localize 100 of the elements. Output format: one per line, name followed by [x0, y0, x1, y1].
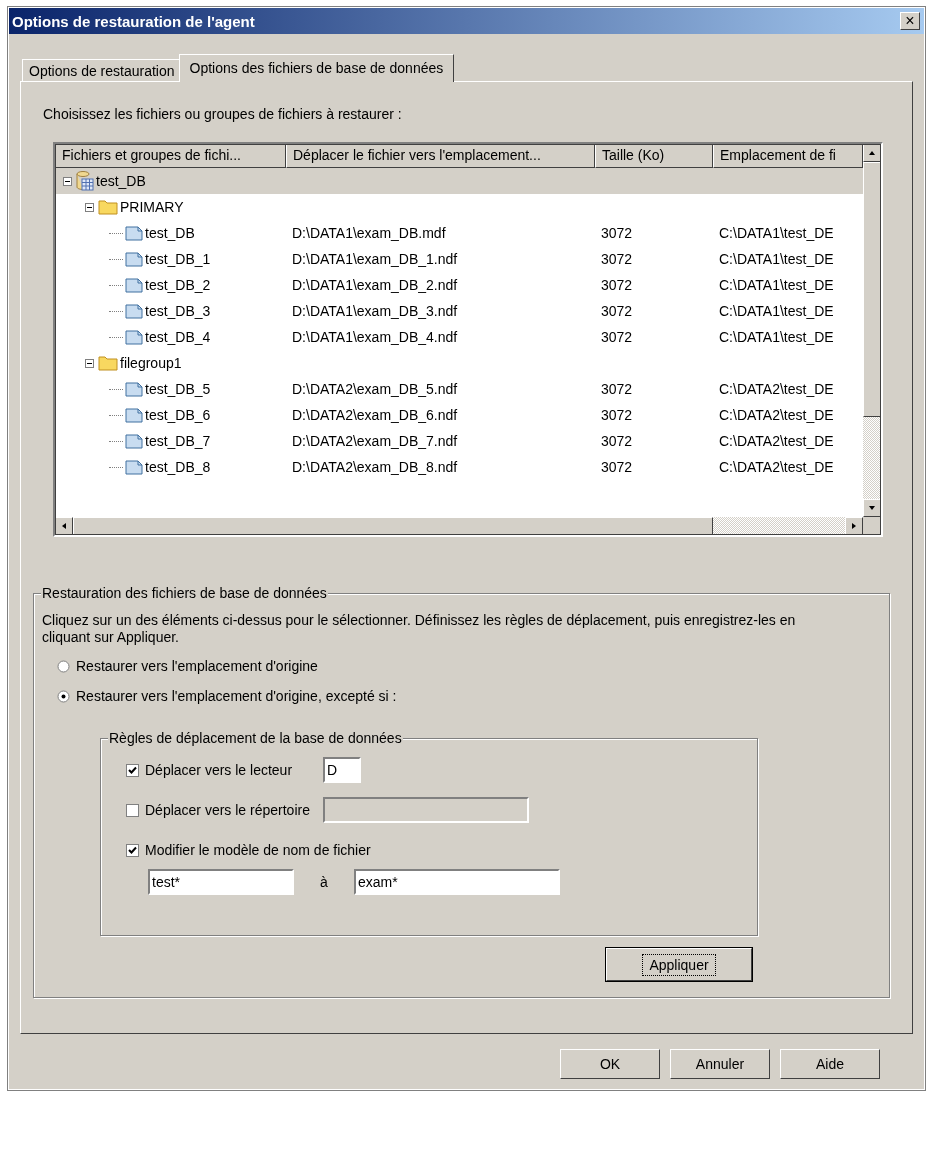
file-icon [125, 407, 143, 423]
description-text: Cliquez sur un des éléments ci-dessus pour le sélectionner. Définissez les règles de déplacement, puis enregistrez-les en cliquant sur Appliquer. [42, 612, 797, 646]
scroll-up-button[interactable] [863, 144, 881, 162]
tree-row[interactable]: PRIMARY [55, 194, 863, 220]
column-header[interactable]: Taille (Ko) [595, 144, 713, 168]
group-title: Règles de déplacement de la base de données [108, 730, 403, 746]
window-title: Options de restauration de l'agent [12, 12, 255, 30]
text-field[interactable]: test* [148, 869, 294, 895]
scroll-down-button[interactable] [863, 499, 881, 517]
collapse-icon[interactable] [85, 358, 94, 368]
size-cell-text: 3072 [600, 225, 634, 241]
column-header[interactable]: Emplacement de fi [713, 144, 863, 168]
checkbox[interactable] [126, 803, 139, 817]
target-path-cell-text: D:\DATA2\exam_DB_7.ndf [291, 433, 459, 449]
scroll-left-button[interactable] [55, 517, 73, 535]
right-arrow-icon [850, 522, 858, 530]
size-cell-text: 3072 [600, 381, 634, 397]
instruction-text: Choisissez les fichiers ou groupes de fichiers à restaurer : [43, 106, 403, 122]
column-header[interactable]: Fichiers et groupes de fichi... [55, 144, 286, 168]
target-path-cell-text: D:\DATA2\exam_DB_6.ndf [291, 407, 459, 423]
file-icon [125, 381, 143, 397]
apply-button[interactable]: Appliquer [606, 948, 752, 981]
size-cell-text: 3072 [600, 459, 634, 475]
checkbox-label[interactable]: Modifier le modèle de nom de fichier [145, 842, 371, 858]
tree-row[interactable]: test_DB [55, 168, 863, 194]
location-cell-text: C:\DATA2\test_DE [718, 433, 835, 449]
tree-row[interactable]: test_DB_6 D:\DATA2\exam_DB_6.ndf 3072 C:\DATA2\test_DE [55, 402, 863, 428]
tree-item-label: test_DB_2 [145, 277, 211, 293]
location-cell-text: C:\DATA1\test_DE [718, 303, 835, 319]
target-path-cell-text: D:\DATA1\exam_DB_2.ndf [291, 277, 459, 293]
collapse-icon[interactable] [85, 202, 94, 212]
scrollbar-thumb[interactable] [863, 162, 881, 417]
size-cell-text: 3072 [600, 433, 634, 449]
tree-row[interactable]: test_DB_7 D:\DATA2\exam_DB_7.ndf 3072 C:\DATA2\test_DE [55, 428, 863, 454]
tab[interactable]: Options de restauration [22, 59, 182, 82]
file-icon [125, 303, 143, 319]
file-icon [125, 251, 143, 267]
radio-button[interactable] [57, 689, 70, 703]
tree-row[interactable]: filegroup1 [55, 350, 863, 376]
scrollbar-thumb[interactable] [73, 517, 713, 535]
location-cell-text: C:\DATA2\test_DE [718, 459, 835, 475]
folder-icon [98, 355, 118, 371]
scroll-right-button[interactable] [845, 517, 863, 535]
up-arrow-icon [868, 149, 876, 157]
size-cell-text: 3072 [600, 407, 634, 423]
location-cell-text: C:\DATA2\test_DE [718, 381, 835, 397]
tree-row[interactable]: test_DB_1 D:\DATA1\exam_DB_1.ndf 3072 C:\DATA1\test_DE [55, 246, 863, 272]
tree-row[interactable]: test_DB_3 D:\DATA1\exam_DB_3.ndf 3072 C:\DATA1\test_DE [55, 298, 863, 324]
tree-item-label: PRIMARY [120, 199, 184, 215]
file-icon [125, 277, 143, 293]
target-path-cell-text: D:\DATA1\exam_DB.mdf [291, 225, 447, 241]
tree-item-label: test_DB_7 [145, 433, 211, 449]
vertical-scrollbar[interactable] [863, 144, 881, 517]
checkbox-label[interactable]: Déplacer vers le répertoire [145, 802, 317, 818]
tree-item-label: test_DB_8 [145, 459, 211, 475]
target-path-cell-text: D:\DATA1\exam_DB_3.ndf [291, 303, 459, 319]
tree-row[interactable]: test_DB_4 D:\DATA1\exam_DB_4.ndf 3072 C:\DATA1\test_DE [55, 324, 863, 350]
dialog-button[interactable]: Annuler [670, 1049, 770, 1079]
tree-row[interactable]: test_DB_5 D:\DATA2\exam_DB_5.ndf 3072 C:\DATA2\test_DE [55, 376, 863, 402]
dialog-button[interactable]: Aide [780, 1049, 880, 1079]
file-icon [125, 329, 143, 345]
radio-button[interactable] [57, 659, 70, 673]
tree-item-label: test_DB_5 [145, 381, 211, 397]
text-field[interactable]: exam* [354, 869, 560, 895]
radio-label[interactable]: Restaurer vers l'emplacement d'origine [76, 658, 318, 674]
tree-row[interactable]: test_DB D:\DATA1\exam_DB.mdf 3072 C:\DATA1\test_DE [55, 220, 863, 246]
database-table-icon [76, 171, 94, 191]
left-arrow-icon [60, 522, 68, 530]
horizontal-scrollbar[interactable] [55, 517, 863, 535]
text-field[interactable]: D [323, 757, 361, 783]
tree-item-label: test_DB_4 [145, 329, 211, 345]
down-arrow-icon [868, 504, 876, 512]
tree-item-label: test_DB [96, 173, 146, 189]
checkbox[interactable] [126, 763, 139, 777]
checkbox-label[interactable]: Déplacer vers le lecteur [145, 762, 317, 778]
tree-row[interactable]: test_DB_8 D:\DATA2\exam_DB_8.ndf 3072 C:\DATA2\test_DE [55, 454, 863, 480]
checkbox[interactable] [126, 843, 139, 857]
target-path-cell-text: D:\DATA1\exam_DB_4.ndf [291, 329, 459, 345]
target-path-cell-text: D:\DATA1\exam_DB_1.ndf [291, 251, 459, 267]
file-icon [125, 433, 143, 449]
tree-item-label: test_DB_6 [145, 407, 211, 423]
target-path-cell-text: D:\DATA2\exam_DB_8.ndf [291, 459, 459, 475]
size-cell-text: 3072 [600, 251, 634, 267]
size-cell-text: 3072 [600, 303, 634, 319]
group-title: Restauration des fichiers de base de données [41, 585, 328, 601]
size-cell-text: 3072 [600, 277, 634, 293]
tree-item-label: filegroup1 [120, 355, 182, 371]
folder-icon [98, 199, 118, 215]
radio-label[interactable]: Restaurer vers l'emplacement d'origine, excepté si : [76, 688, 397, 704]
location-cell-text: C:\DATA1\test_DE [718, 225, 835, 241]
location-cell-text: C:\DATA2\test_DE [718, 407, 835, 423]
column-header[interactable]: Déplacer le fichier vers l'emplacement... [286, 144, 595, 168]
target-path-cell-text: D:\DATA2\exam_DB_5.ndf [291, 381, 459, 397]
dialog-button[interactable]: OK [560, 1049, 660, 1079]
tab[interactable]: Options des fichiers de base de données [178, 54, 455, 82]
joiner-text: à [319, 874, 329, 890]
close-button[interactable]: × [900, 12, 920, 30]
collapse-icon[interactable] [63, 176, 72, 186]
tree-row[interactable]: test_DB_2 D:\DATA1\exam_DB_2.ndf 3072 C:\DATA1\test_DE [55, 272, 863, 298]
tree-item-label: test_DB_1 [145, 251, 211, 267]
